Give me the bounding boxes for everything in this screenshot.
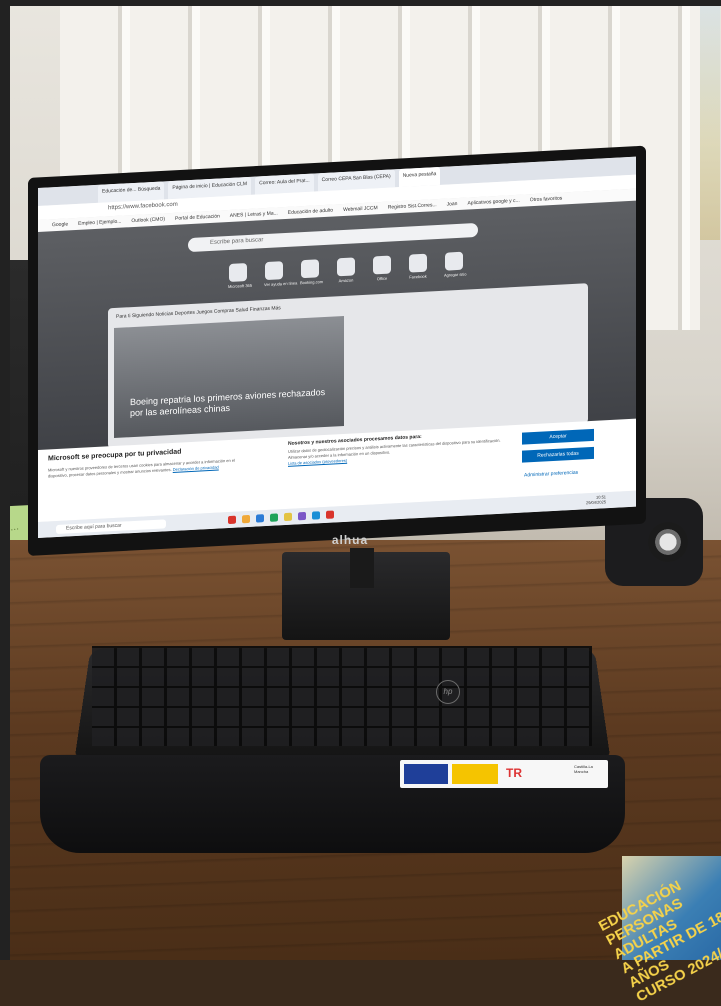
government-logo xyxy=(452,764,498,784)
taskbar-app-icon[interactable] xyxy=(242,514,250,524)
clock-date: 29/04/2025 xyxy=(586,499,607,506)
bookmark-item[interactable]: Joan xyxy=(447,198,458,211)
browser-tab-active[interactable]: Nueva pestaña xyxy=(398,166,441,188)
shortcut-tile[interactable]: Office xyxy=(372,255,392,281)
monitor-stand-neck xyxy=(350,548,374,588)
taskbar-app-icon[interactable] xyxy=(256,514,264,523)
add-icon xyxy=(445,251,463,271)
keyboard-keys xyxy=(92,646,592,746)
region-logo: Castilla-La Mancha xyxy=(574,764,593,774)
monitor-screen: Educación de... Búsqueda Página de inici… xyxy=(38,156,636,538)
photo-border-top xyxy=(0,0,721,6)
shortcut-label: Office xyxy=(376,275,388,282)
taskbar-app-icon[interactable] xyxy=(270,513,278,522)
taskbar-app-icon[interactable] xyxy=(298,511,306,521)
photo-border-left xyxy=(0,0,10,960)
privacy-link[interactable]: Declaración de privacidad xyxy=(173,465,219,472)
taskbar-app-icon[interactable] xyxy=(326,510,334,519)
shortcut-label: Amazon xyxy=(338,277,354,284)
news-image[interactable] xyxy=(114,315,344,439)
monitor-brand-logo: alhua xyxy=(331,533,369,547)
shortcut-icon xyxy=(409,253,427,273)
shortcut-tile[interactable]: Ver ayuda en línea xyxy=(264,261,298,288)
shortcut-label: Facebook xyxy=(409,273,427,280)
shortcut-label: Agregar sitio xyxy=(444,271,467,278)
shortcut-tile[interactable]: Facebook xyxy=(408,253,428,280)
shortcut-label: Microsoft 365 xyxy=(228,282,253,290)
tr-logo: TR xyxy=(506,766,522,780)
shortcut-icon xyxy=(373,255,391,275)
address-url[interactable]: https://www.facebook.com xyxy=(108,202,178,212)
shortcut-tile[interactable]: Booking.com xyxy=(300,259,324,286)
speaker-cone xyxy=(648,522,688,562)
bookmark-item[interactable]: Google xyxy=(52,218,68,231)
shortcut-icon xyxy=(337,257,355,277)
taskbar-app-icon[interactable] xyxy=(312,511,320,520)
shortcut-icon xyxy=(301,259,319,279)
taskbar-app-icon[interactable] xyxy=(284,512,292,522)
shortcut-tile[interactable]: Agregar sitio xyxy=(444,251,467,278)
shortcut-label: Booking.com xyxy=(300,279,324,286)
shortcut-icon xyxy=(265,261,283,281)
hp-logo: hp xyxy=(436,680,460,704)
shortcut-icon xyxy=(229,263,247,282)
shortcut-label: Ver ayuda en línea xyxy=(264,280,298,288)
eu-flag-logo xyxy=(404,764,448,784)
taskbar-clock[interactable]: 10:51 29/04/2025 xyxy=(586,494,606,505)
shortcut-tile[interactable]: Amazon xyxy=(336,257,356,283)
shortcut-tile[interactable]: Microsoft 365 xyxy=(228,263,253,290)
taskbar-app-icon[interactable] xyxy=(228,515,236,525)
